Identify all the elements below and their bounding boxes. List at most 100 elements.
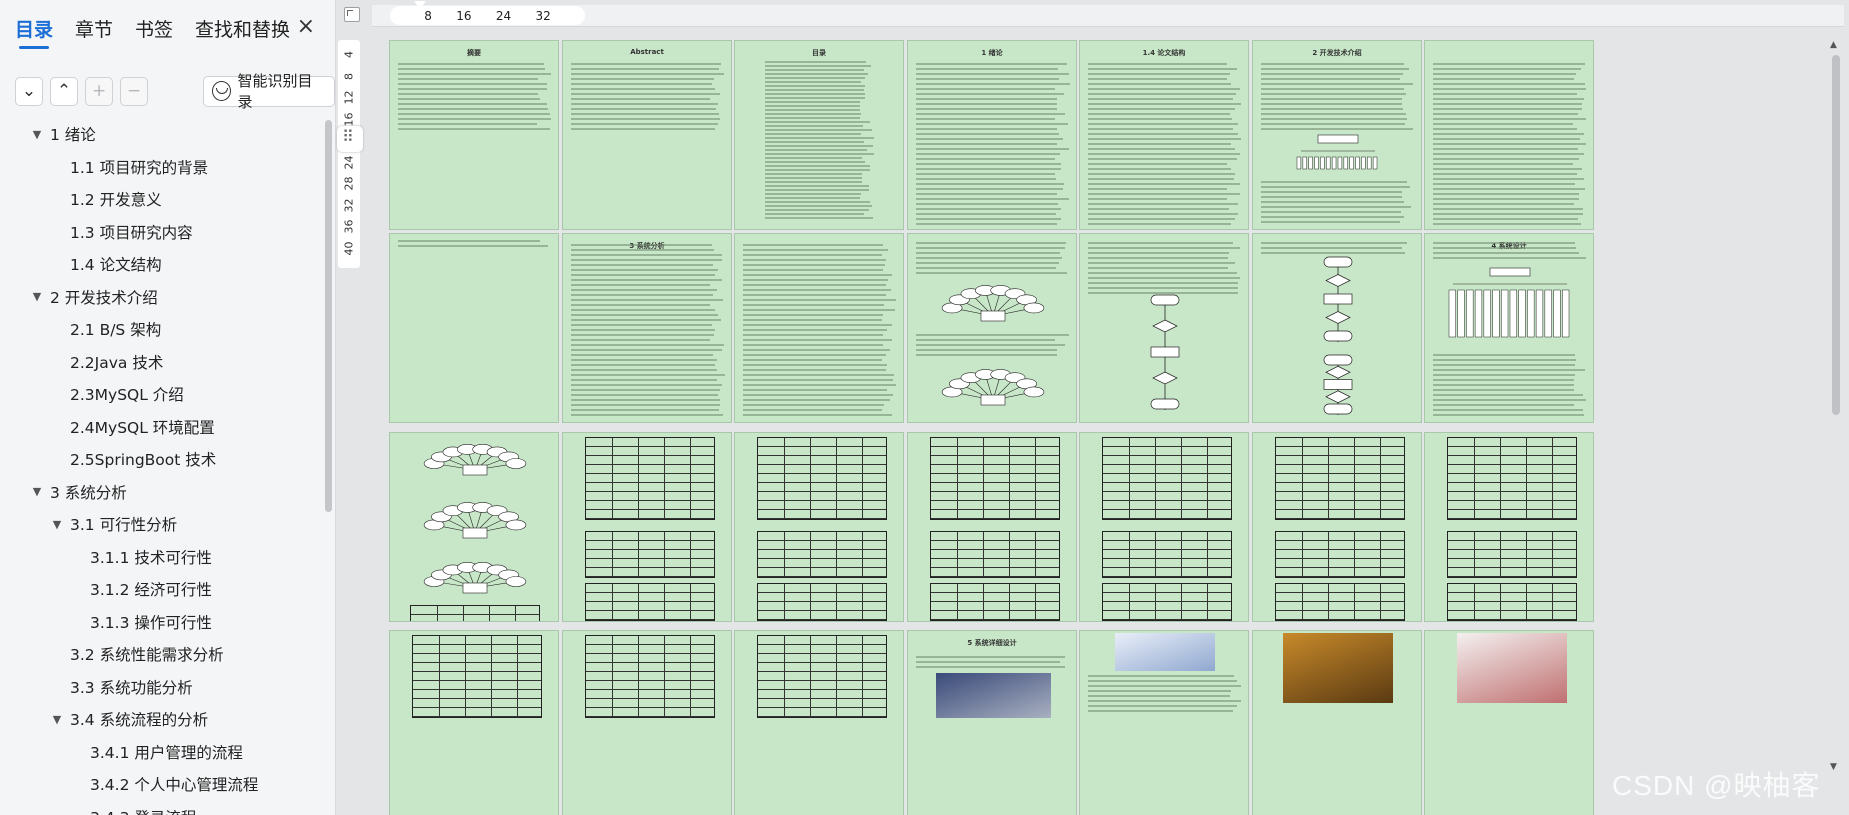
page-thumbnail[interactable]: 5 系统详细设计 <box>907 630 1077 815</box>
page-thumbnail[interactable]: 摘要 <box>389 40 559 230</box>
page-thumbnail[interactable] <box>1079 630 1249 815</box>
toc-item[interactable]: 2.2Java 技术 <box>0 346 325 379</box>
page-thumbnail[interactable] <box>389 432 559 622</box>
text-line <box>765 97 865 99</box>
text-line <box>916 148 1069 150</box>
toc-item[interactable]: 2.1 B/S 架构 <box>0 313 325 346</box>
text-line <box>916 213 1056 215</box>
table-row <box>1103 465 1231 474</box>
text-line <box>1433 409 1583 411</box>
toc-item-label: 1.2 开发意义 <box>70 188 162 210</box>
right-indent-marker[interactable] <box>548 17 560 25</box>
page-thumbnail[interactable] <box>1424 432 1594 622</box>
remove-heading-button[interactable]: − <box>120 77 148 106</box>
text-line <box>571 68 719 70</box>
toc-item[interactable]: 3.2 系统性能需求分析 <box>0 638 325 671</box>
table-row <box>1448 532 1576 541</box>
document-scrollbar-thumb[interactable] <box>1832 55 1840 415</box>
tab-toc[interactable]: 目录 <box>15 15 53 48</box>
toc-item[interactable]: ▼ 3.1 可行性分析 <box>0 508 325 541</box>
tab-chapters[interactable]: 章节 <box>75 15 113 48</box>
page-thumbnail[interactable]: 1.4 论文结构 <box>1079 40 1249 230</box>
page-heading: 1 绪论 <box>908 48 1076 58</box>
toc-item[interactable]: 2.4MySQL 环境配置 <box>0 411 325 444</box>
toc-item-label: 1.4 论文结构 <box>70 253 162 275</box>
expand-arrow-icon[interactable]: ▼ <box>30 290 44 303</box>
page-thumbnail[interactable] <box>1252 630 1422 815</box>
page-thumbnail[interactable]: 2 开发技术介绍 <box>1252 40 1422 230</box>
toc-item[interactable]: 3.1.2 经济可行性 <box>0 573 325 606</box>
toc-item[interactable]: ▼ 1 绪论 <box>0 118 325 151</box>
scroll-up-icon[interactable]: ▲ <box>1830 40 1837 50</box>
page-thumbnail[interactable] <box>734 233 904 423</box>
toc-item[interactable]: 3.1.3 操作可行性 <box>0 606 325 639</box>
text-line <box>1261 123 1405 125</box>
drag-handle-icon[interactable] <box>337 126 363 152</box>
toc-item[interactable]: 2.3MySQL 介绍 <box>0 378 325 411</box>
page-thumbnail[interactable] <box>734 432 904 622</box>
add-heading-button[interactable]: + <box>85 77 113 106</box>
toc-item[interactable]: ▼ 3 系统分析 <box>0 476 325 509</box>
text-line <box>571 289 717 291</box>
table-row <box>586 483 714 492</box>
page-thumbnail[interactable] <box>1424 40 1594 230</box>
page-thumbnail[interactable] <box>907 233 1077 423</box>
toc-item[interactable]: ▼ 2 开发技术介绍 <box>0 281 325 314</box>
page-thumbnail[interactable]: 3 系统分析 <box>562 233 732 423</box>
toc-scrollbar-thumb[interactable] <box>325 120 332 512</box>
expand-arrow-icon[interactable]: ▼ <box>30 485 44 498</box>
tab-find-replace[interactable]: 查找和替换 <box>195 15 290 48</box>
smart-recognize-toc-button[interactable]: 智能识别目录 <box>203 76 335 107</box>
toc-item[interactable]: 3.1.1 技术可行性 <box>0 541 325 574</box>
toc-item[interactable]: 3.4.2 个人中心管理流程 <box>0 768 325 801</box>
page-thumbnail[interactable] <box>1252 432 1422 622</box>
page-thumbnail[interactable]: 目录 <box>734 40 904 230</box>
page-thumbnail[interactable]: 4 系统设计 <box>1424 233 1594 423</box>
structure-diagram <box>1293 133 1383 173</box>
page-thumbnail[interactable] <box>562 630 732 815</box>
page-thumbnail[interactable]: Abstract <box>562 40 732 230</box>
page-thumbnail[interactable] <box>1424 630 1594 815</box>
toc-item[interactable]: 1.4 论文结构 <box>0 248 325 281</box>
page-thumbnail[interactable] <box>1252 233 1422 423</box>
expand-arrow-icon[interactable]: ▼ <box>30 128 44 141</box>
table-row <box>586 447 714 456</box>
page-thumbnail[interactable] <box>907 432 1077 622</box>
page-thumbnail[interactable] <box>562 432 732 622</box>
page-thumbnail[interactable] <box>389 630 559 815</box>
toc-item[interactable]: 1.3 项目研究内容 <box>0 216 325 249</box>
toc-toolbar: ⌄ ⌃ + − 智能识别目录 <box>0 66 335 116</box>
table-row <box>1448 456 1576 465</box>
left-indent-marker[interactable] <box>414 17 426 25</box>
er-diagram <box>420 555 530 600</box>
page-thumbnail[interactable] <box>1079 233 1249 423</box>
toc-item[interactable]: 3.4.1 用户管理的流程 <box>0 736 325 769</box>
table-column <box>1380 532 1381 577</box>
toc-item[interactable]: 1.2 开发意义 <box>0 183 325 216</box>
toc-item-label: 2.3MySQL 介绍 <box>70 383 184 405</box>
scroll-down-icon[interactable]: ▼ <box>1830 762 1837 772</box>
expand-arrow-icon[interactable]: ▼ <box>50 518 64 531</box>
expand-all-button[interactable]: ⌃ <box>50 77 78 106</box>
toc-item[interactable]: 3.4.3 登录流程 <box>0 801 325 815</box>
text-line <box>1088 133 1238 135</box>
close-icon[interactable]: × <box>297 16 315 38</box>
toc-item[interactable]: 2.5SpringBoot 技术 <box>0 443 325 476</box>
page-thumbnail[interactable] <box>1079 432 1249 622</box>
toc-item[interactable]: 1.1 项目研究的背景 <box>0 151 325 184</box>
ruler-corner-button[interactable] <box>344 7 360 22</box>
tab-bookmarks[interactable]: 书签 <box>135 15 173 48</box>
text-line <box>1433 404 1574 406</box>
table-row <box>413 681 541 690</box>
text-line <box>765 113 861 115</box>
toc-item[interactable]: ▼ 3.4 系统流程的分析 <box>0 703 325 736</box>
page-thumbnail[interactable] <box>389 233 559 423</box>
page-thumbnail[interactable]: 1 绪论 <box>907 40 1077 230</box>
first-line-indent-marker[interactable] <box>414 1 426 9</box>
collapse-all-button[interactable]: ⌄ <box>15 77 43 106</box>
table-row <box>586 465 714 474</box>
expand-arrow-icon[interactable]: ▼ <box>50 713 64 726</box>
toc-item[interactable]: 3.3 系统功能分析 <box>0 671 325 704</box>
table-row <box>1103 541 1231 550</box>
page-thumbnail[interactable] <box>734 630 904 815</box>
